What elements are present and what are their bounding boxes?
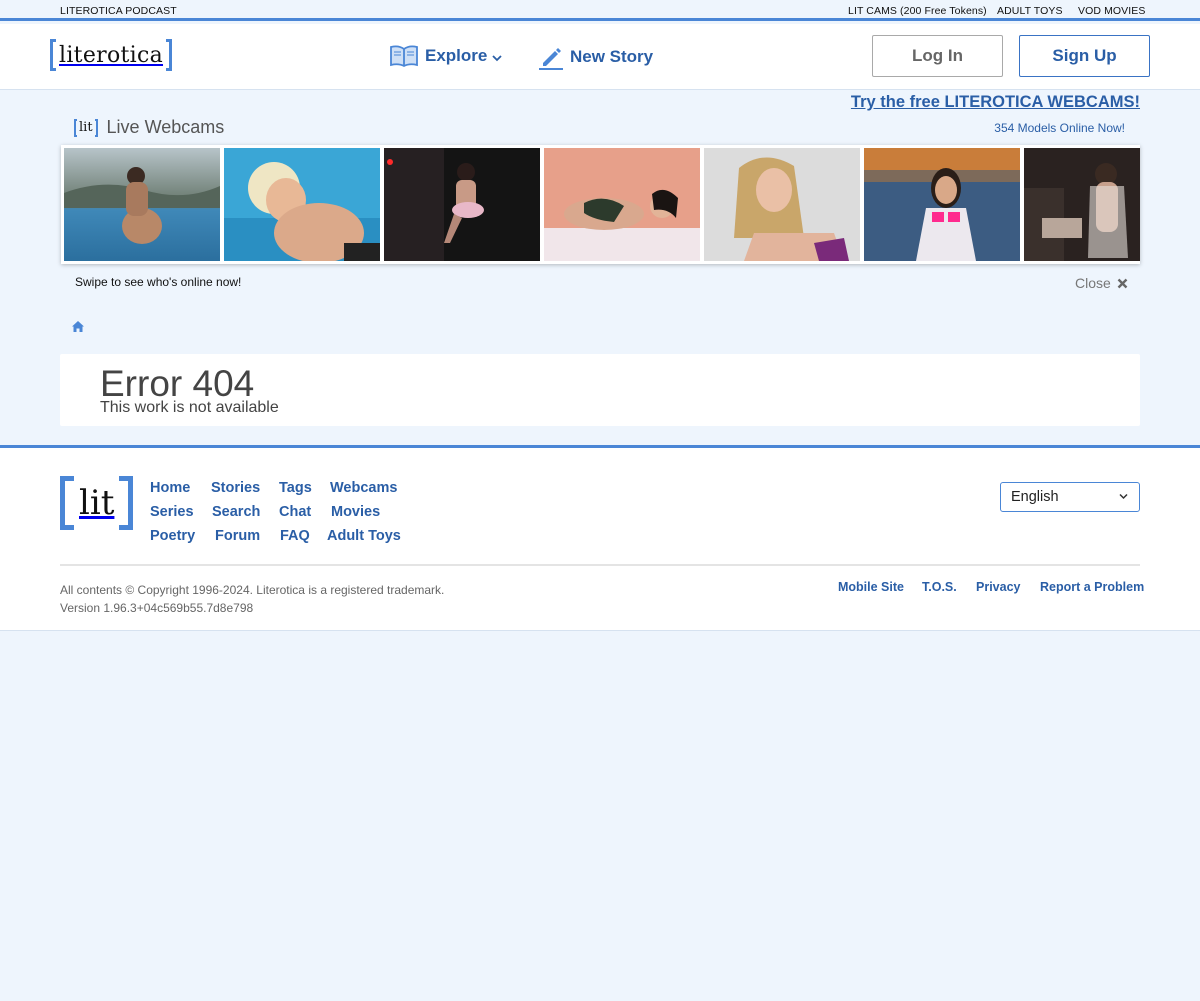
copyright-text: All contents © Copyright 1996-2024. Lite…: [60, 583, 445, 597]
logo-bracket-right: [166, 39, 173, 71]
footer-link-search[interactable]: Search: [212, 504, 260, 520]
close-icon: [1117, 278, 1128, 289]
webcam-thumbnail[interactable]: [224, 148, 380, 261]
footer-link-poetry[interactable]: Poetry: [150, 528, 195, 544]
webcam-thumbnail[interactable]: [864, 148, 1020, 261]
footer-link-series[interactable]: Series: [150, 504, 194, 520]
lit-cams-link[interactable]: LIT CAMS (200 Free Tokens): [848, 5, 987, 17]
lit-mini-logo: lit: [74, 118, 98, 137]
webcam-image: [384, 148, 540, 261]
webcam-thumbnail[interactable]: [544, 148, 700, 261]
chevron-down-icon: [1119, 493, 1128, 500]
footer-divider: [60, 564, 1140, 566]
footer-link-webcams[interactable]: Webcams: [330, 480, 397, 496]
footer-link-forum[interactable]: Forum: [215, 528, 260, 544]
top-strip: LITEROTICA PODCAST LIT CAMS (200 Free To…: [0, 0, 1200, 21]
webcam-thumbnail-strip[interactable]: [61, 145, 1140, 264]
footer-link-faq[interactable]: FAQ: [280, 528, 310, 544]
site-footer: lit Home Stories Tags Webcams Series Sea…: [0, 445, 1200, 631]
webcam-image: [864, 148, 1020, 261]
adult-toys-link[interactable]: ADULT TOYS: [997, 5, 1063, 17]
pencil-icon: [539, 48, 563, 70]
models-online-count: 354 Models Online Now!: [994, 121, 1125, 135]
webcam-image: [1024, 148, 1140, 261]
footer-logo-text: lit: [79, 482, 115, 523]
new-story-button[interactable]: New Story: [538, 44, 653, 70]
webcam-thumbnail[interactable]: [384, 148, 540, 261]
tos-link[interactable]: T.O.S.: [922, 580, 957, 594]
site-header: literotica Explore New Story Log In Sign…: [0, 24, 1200, 90]
mini-logo-text: lit: [79, 120, 93, 135]
error-card: Error 404 This work is not available: [60, 354, 1140, 426]
breadcrumb-home-icon[interactable]: [71, 320, 85, 338]
signup-button[interactable]: Sign Up: [1019, 35, 1150, 77]
footer-link-tags[interactable]: Tags: [279, 480, 312, 496]
webcam-image: [544, 148, 700, 261]
swipe-hint: Swipe to see who's online now!: [75, 275, 242, 289]
webcam-thumbnail[interactable]: [704, 148, 860, 261]
language-select[interactable]: English: [1000, 482, 1140, 512]
podcast-link[interactable]: LITEROTICA PODCAST: [60, 5, 177, 17]
webcam-thumbnail[interactable]: [1024, 148, 1140, 261]
webcam-image: [224, 148, 380, 261]
version-text: Version 1.96.3+04c569b55.7d8e798: [60, 601, 254, 615]
language-value: English: [1011, 489, 1059, 505]
footer-link-chat[interactable]: Chat: [279, 504, 311, 520]
logo-text: literotica: [59, 42, 164, 68]
open-book-icon: [390, 45, 418, 68]
footer-link-movies[interactable]: Movies: [331, 504, 380, 520]
explore-label: Explore: [425, 46, 488, 65]
mobile-site-link[interactable]: Mobile Site: [838, 580, 904, 594]
vod-movies-link[interactable]: VOD MOVIES: [1078, 5, 1146, 17]
webcams-heading: lit Live Webcams: [74, 117, 224, 138]
report-problem-link[interactable]: Report a Problem: [1040, 580, 1144, 594]
webcam-image: [64, 148, 220, 261]
error-subtitle: This work is not available: [100, 399, 279, 416]
footer-logo-bracket-right: [119, 475, 134, 530]
webcams-title: Live Webcams: [106, 117, 225, 137]
site-logo[interactable]: literotica: [50, 38, 173, 72]
footer-link-adult-toys[interactable]: Adult Toys: [327, 528, 401, 544]
close-label: Close: [1075, 275, 1111, 291]
new-story-label: New Story: [570, 47, 654, 66]
explore-menu-button[interactable]: Explore: [389, 44, 509, 68]
webcam-thumbnail[interactable]: [64, 148, 220, 261]
mini-logo-bracket-right: [94, 118, 98, 137]
home-icon: [72, 321, 84, 332]
webcam-image: [704, 148, 860, 261]
login-button[interactable]: Log In: [872, 35, 1003, 77]
footer-logo[interactable]: lit: [60, 475, 134, 530]
footer-logo-bracket-left: [60, 475, 74, 530]
chevron-down-icon: [492, 54, 502, 61]
footer-link-home[interactable]: Home: [150, 480, 190, 496]
close-webcams-button[interactable]: Close: [1075, 275, 1128, 291]
webcams-promo-link[interactable]: Try the free LITEROTICA WEBCAMS!: [851, 93, 1140, 112]
privacy-link[interactable]: Privacy: [976, 580, 1020, 594]
footer-link-stories[interactable]: Stories: [211, 480, 260, 496]
